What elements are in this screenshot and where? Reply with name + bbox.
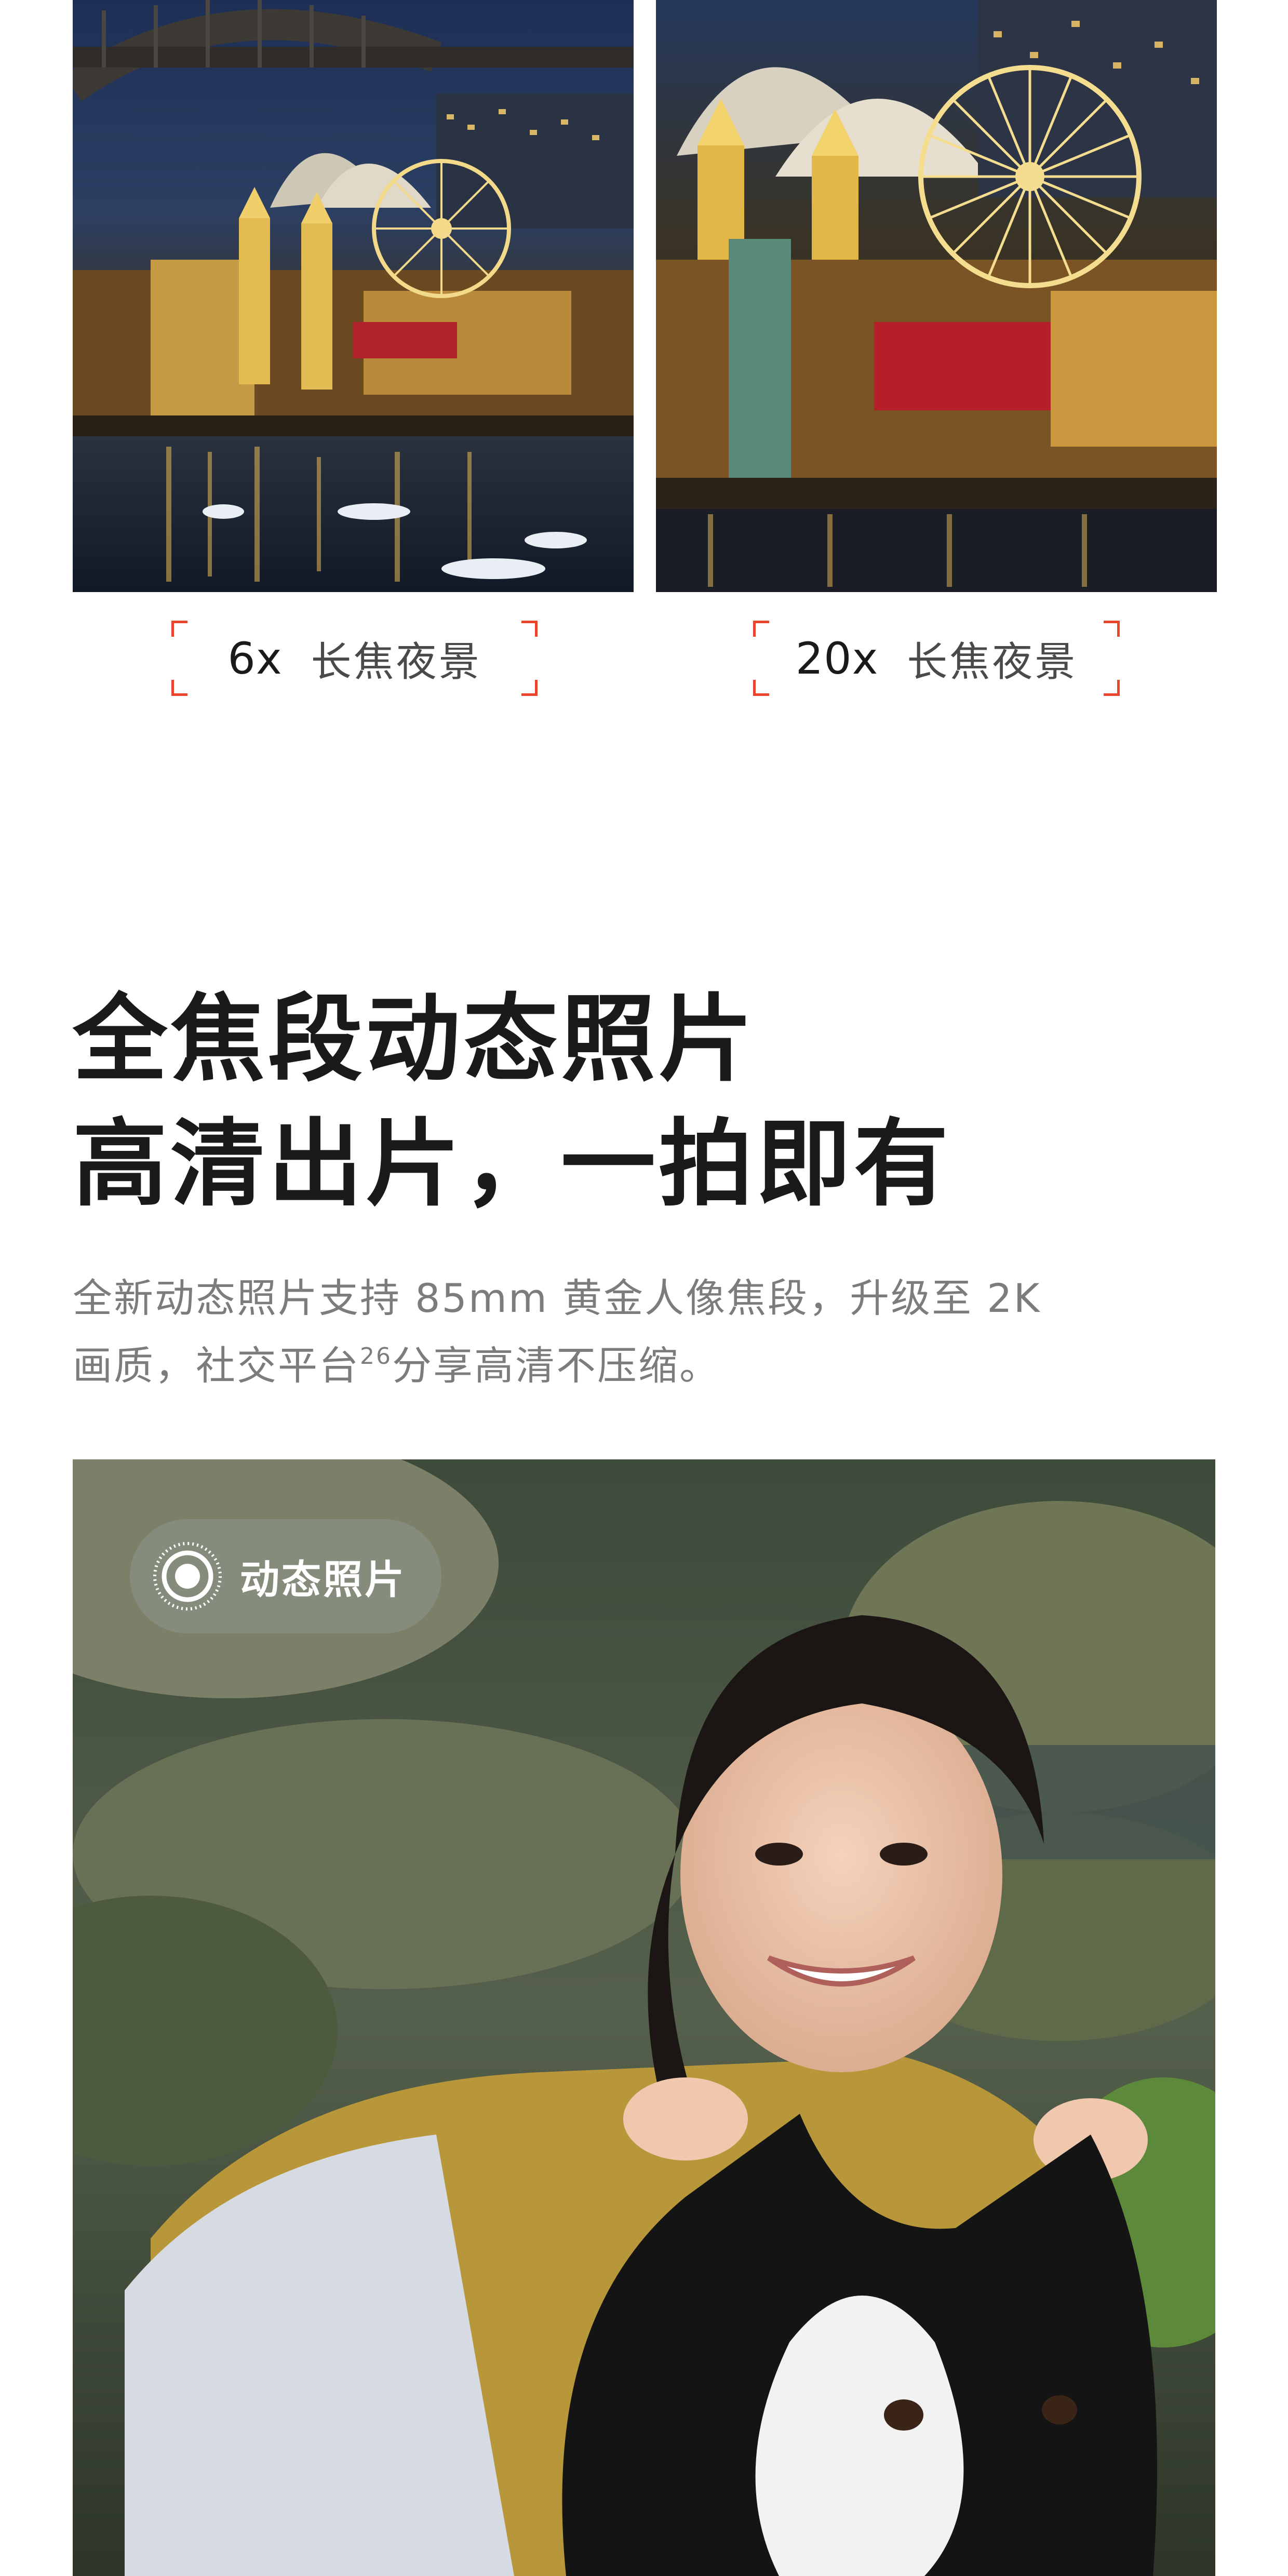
bracket-corner	[521, 621, 538, 637]
bracket-corner	[171, 621, 187, 637]
zoom-value: 6x	[227, 633, 283, 684]
bracket-corner	[521, 680, 538, 696]
description-text: 分享高清不压缩。	[392, 1343, 720, 1389]
live-photo-icon	[153, 1542, 222, 1611]
bracket-corner	[753, 680, 769, 696]
bracket-corner	[753, 621, 769, 637]
zoom-caption-20x: 20x 长焦夜景	[753, 621, 1120, 696]
zoom-value: 20x	[795, 633, 879, 684]
bracket-corner	[1104, 621, 1120, 637]
night-telephoto-20x-image	[656, 0, 1217, 592]
description-line-1: 全新动态照片支持 85mm 黄金人像焦段，升级至 2K	[73, 1275, 1041, 1321]
zoom-caption-6x: 6x 长焦夜景	[171, 621, 538, 696]
description-line-2: 画质，社交平台26分享高清不压缩。	[73, 1332, 1215, 1400]
bracket-corner	[1104, 680, 1120, 696]
feature-description: 全新动态照片支持 85mm 黄金人像焦段，升级至 2K 画质，社交平台26分享高…	[73, 1265, 1215, 1400]
live-photo-badge: 动态照片	[130, 1519, 441, 1633]
bracket-corner	[171, 680, 187, 696]
description-text: 画质，社交平台	[73, 1343, 360, 1389]
night-telephoto-6x-image	[73, 0, 634, 592]
live-photo-badge-label: 动态照片	[240, 1557, 406, 1603]
feature-headline-line-1: 全焦段动态照片	[73, 984, 756, 1094]
zoom-label: 长焦夜景	[907, 638, 1078, 686]
zoom-label: 长焦夜景	[311, 638, 481, 686]
footnote-marker: 26	[360, 1343, 392, 1370]
feature-headline-line-2: 高清出片，一拍即有	[73, 1109, 951, 1219]
